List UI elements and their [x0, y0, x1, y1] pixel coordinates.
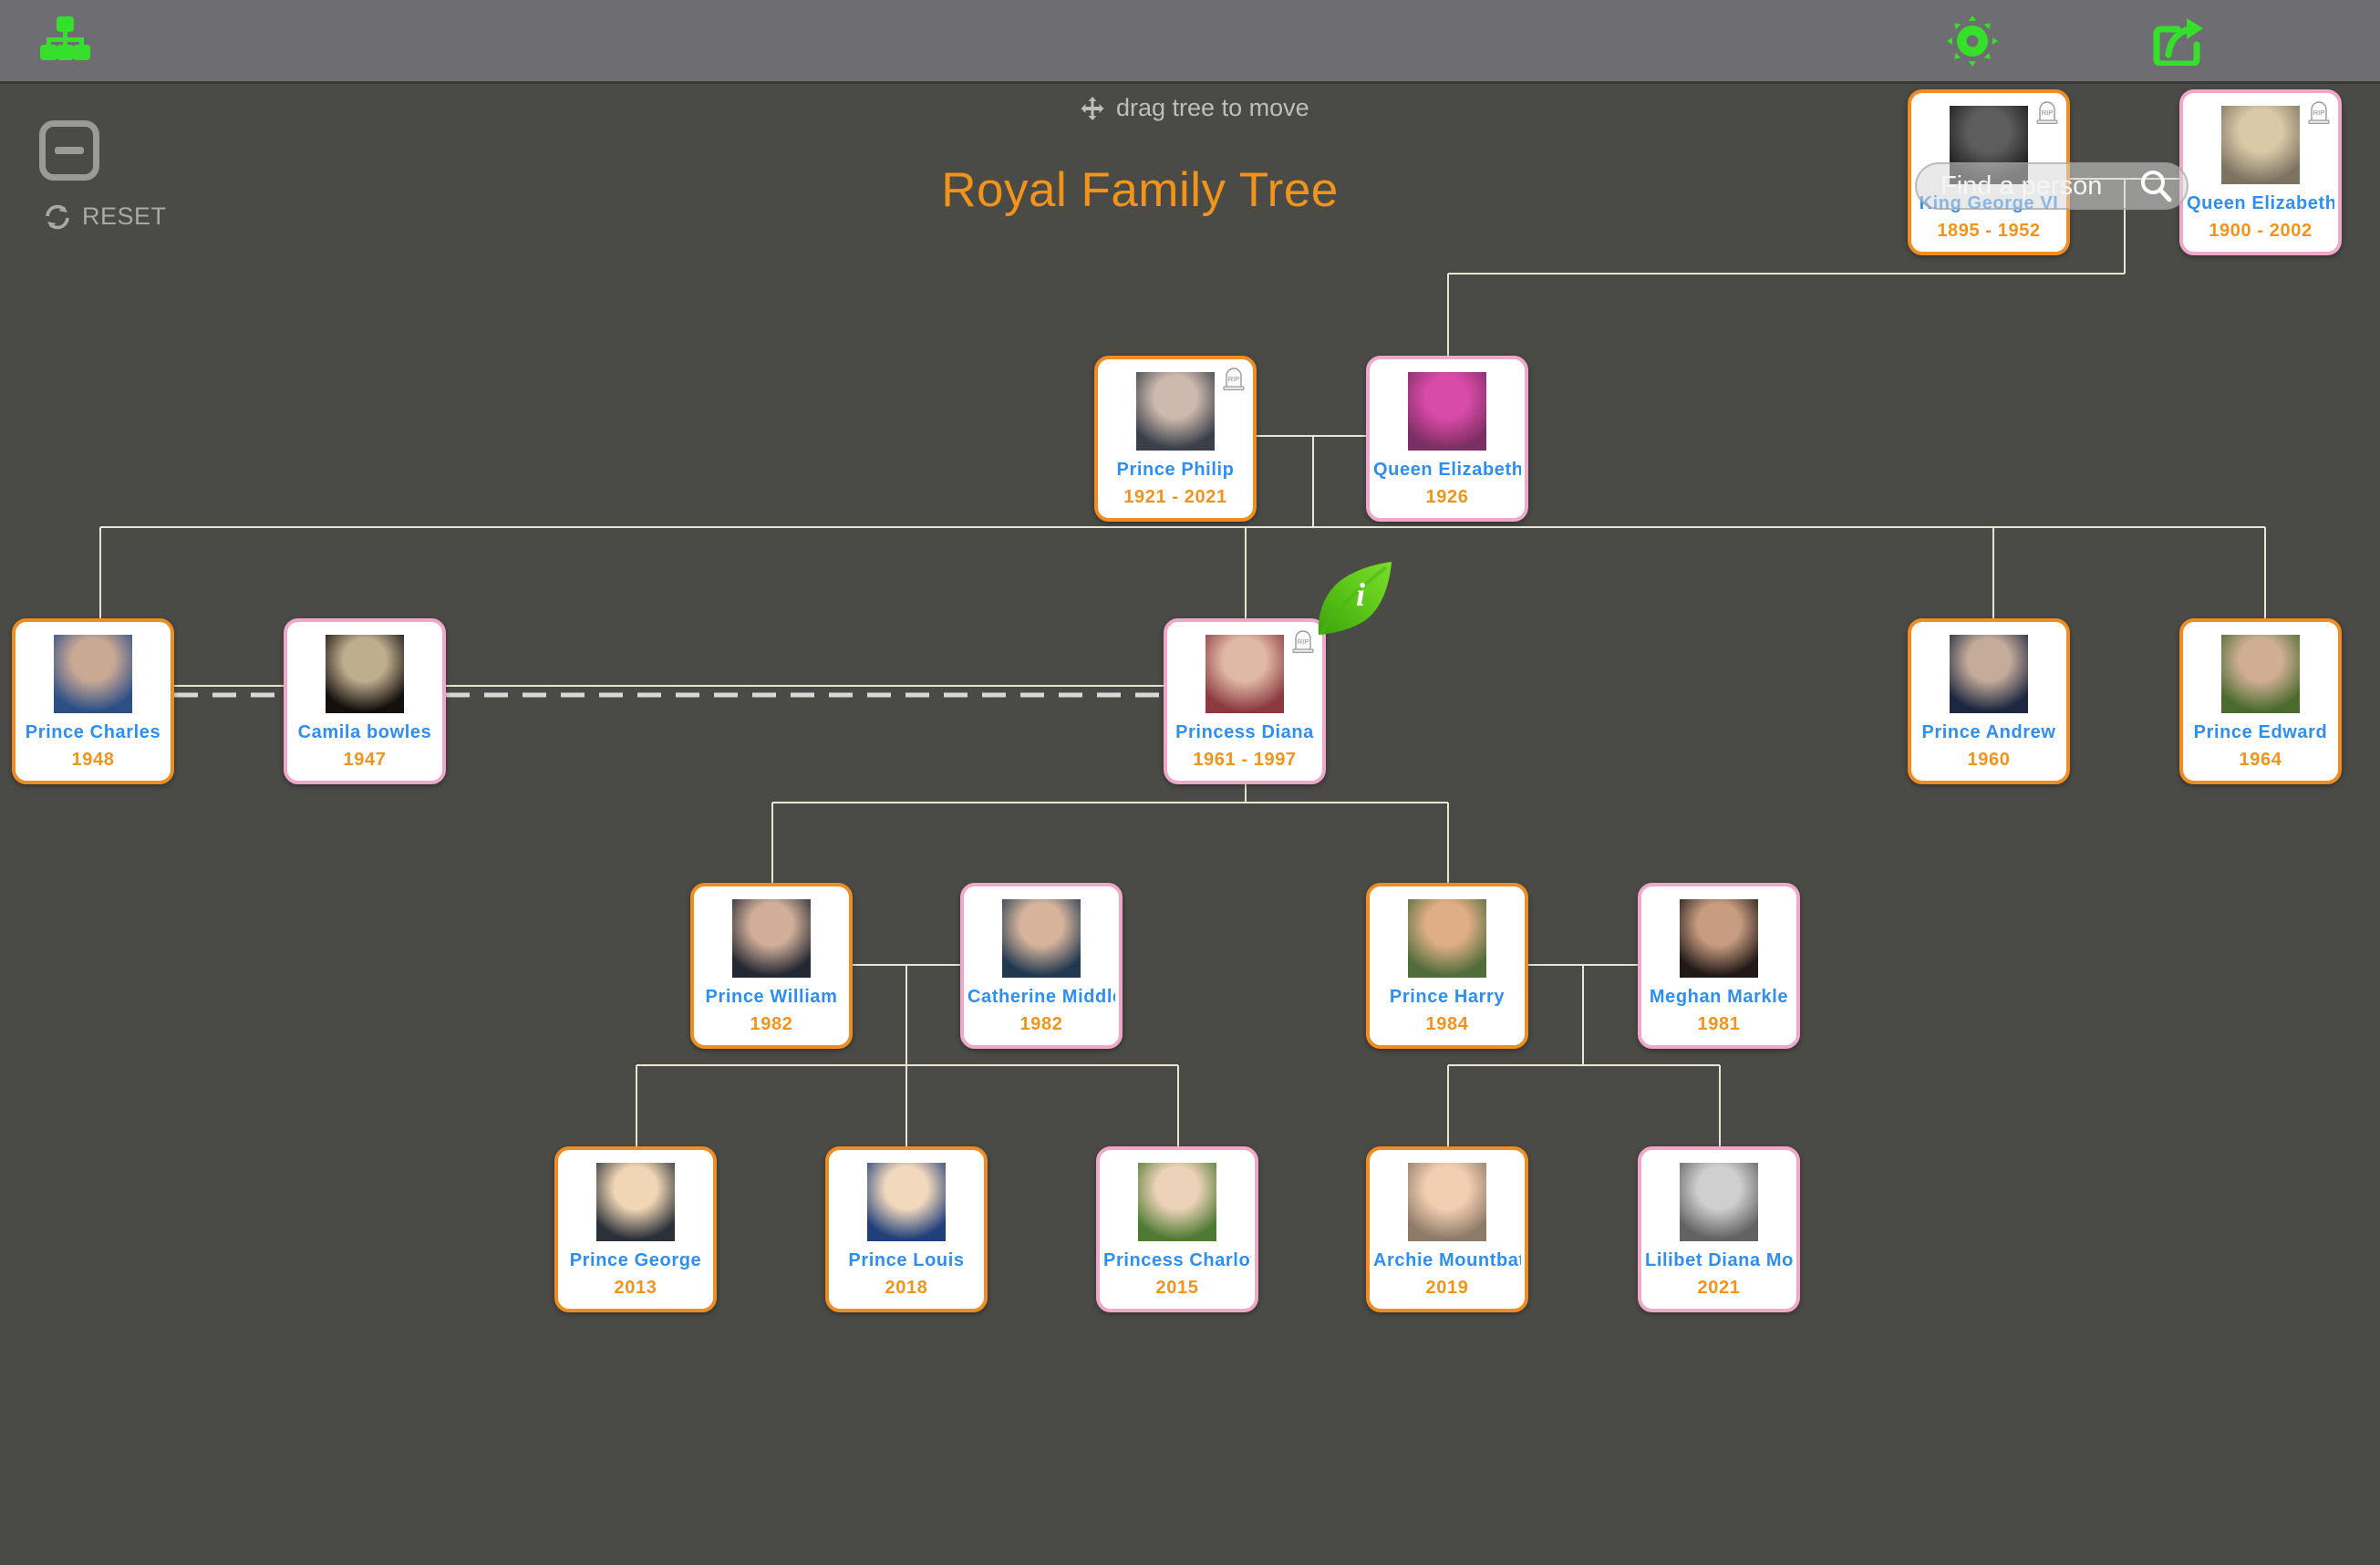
person-dates: 1982 — [750, 1014, 793, 1034]
person-card-diana[interactable]: RIP Princess Diana 1961 - 1997 — [1164, 618, 1326, 784]
top-toolbar — [0, 0, 2380, 84]
person-photo — [1680, 1163, 1758, 1241]
person-photo — [1136, 372, 1215, 451]
svg-text:RIP: RIP — [1228, 375, 1240, 383]
person-photo — [732, 899, 811, 978]
person-photo — [1408, 372, 1486, 451]
person-dates: 2015 — [1155, 1278, 1199, 1298]
person-card-edward[interactable]: Prince Edward 1964 — [2179, 618, 2342, 784]
person-dates: 1900 - 2002 — [2209, 221, 2313, 241]
person-photo — [54, 635, 132, 713]
person-photo — [596, 1163, 675, 1241]
person-dates: 2018 — [885, 1278, 928, 1298]
person-name: Prince Andrew — [1921, 722, 2056, 742]
person-name: Queen Elizabeth II — [1373, 460, 1521, 480]
tombstone-rip-icon: RIP — [2035, 100, 2059, 125]
person-dates: 1921 - 2021 — [1123, 487, 1227, 507]
svg-text:RIP: RIP — [2313, 109, 2325, 117]
person-card-william[interactable]: Prince William 1982 — [690, 883, 853, 1049]
person-dates: 1964 — [2239, 750, 2282, 770]
drag-hint-label: drag tree to move — [1116, 94, 1309, 121]
leaf-info-icon[interactable]: i — [1313, 558, 1397, 638]
person-name: Prince Louis — [848, 1250, 965, 1270]
person-card-charles[interactable]: Prince Charles 1948 — [12, 618, 174, 784]
person-name: Queen Elizabeth(Mot.. — [2187, 193, 2334, 213]
person-dates: 1895 - 1952 — [1937, 221, 2041, 241]
person-card-harry[interactable]: Prince Harry 1984 — [1366, 883, 1528, 1049]
person-card-qe2[interactable]: Queen Elizabeth II 1926 — [1366, 356, 1528, 522]
svg-text:RIP: RIP — [1298, 637, 1309, 646]
person-card-meghan[interactable]: Meghan Markle 1981 — [1638, 883, 1800, 1049]
person-dates: 1961 - 1997 — [1193, 750, 1297, 770]
person-card-camila[interactable]: Camila bowles 1947 — [284, 618, 446, 784]
person-dates: 2013 — [614, 1278, 657, 1298]
person-card-lilibet[interactable]: Lilibet Diana Mount.. 2021 — [1638, 1146, 1800, 1312]
person-card-charlotte[interactable]: Princess Charlotte 2015 — [1096, 1146, 1258, 1312]
minus-icon — [55, 147, 84, 154]
search-input[interactable]: Find a person — [1915, 162, 2189, 210]
person-photo — [1138, 1163, 1216, 1241]
search-icon[interactable] — [2137, 168, 2174, 204]
person-name: Prince Edward — [2193, 722, 2328, 742]
person-card-george[interactable]: Prince George 2013 — [554, 1146, 717, 1312]
person-name: Meghan Markle — [1649, 987, 1789, 1007]
person-photo — [2221, 635, 2300, 713]
share-icon[interactable] — [2152, 16, 2205, 67]
person-photo — [1408, 1163, 1486, 1241]
person-dates: 2019 — [1425, 1278, 1469, 1298]
person-photo — [2221, 106, 2300, 184]
svg-text:i: i — [1356, 576, 1365, 613]
drag-hint: drag tree to move — [1081, 94, 1309, 122]
move-arrows-icon — [1081, 96, 1104, 120]
person-dates: 1984 — [1425, 1014, 1469, 1034]
person-name: Archie Mountbatten-.. — [1373, 1250, 1521, 1270]
search-placeholder: Find a person — [1940, 171, 2103, 201]
family-tree-app: RESET drag tree to move Royal Family Tre… — [0, 0, 2380, 1565]
person-card-archie[interactable]: Archie Mountbatten-.. 2019 — [1366, 1146, 1528, 1312]
org-tree-icon[interactable] — [38, 16, 91, 67]
gear-icon[interactable] — [1947, 15, 1998, 67]
person-dates: 1947 — [343, 750, 387, 770]
person-name: Princess Charlotte — [1103, 1250, 1251, 1270]
person-name: Prince Harry — [1389, 987, 1506, 1007]
person-dates: 1960 — [1967, 750, 2011, 770]
person-dates: 1948 — [71, 750, 115, 770]
person-card-qmother[interactable]: RIP Queen Elizabeth(Mot.. 1900 - 2002 — [2179, 89, 2342, 255]
person-name: Princess Diana — [1175, 722, 1314, 742]
tombstone-rip-icon: RIP — [1222, 367, 1246, 391]
person-dates: 1926 — [1425, 487, 1469, 507]
person-photo — [867, 1163, 946, 1241]
person-dates: 1981 — [1697, 1014, 1741, 1034]
svg-text:RIP: RIP — [2042, 109, 2054, 117]
person-photo — [1680, 899, 1758, 978]
person-name: Prince William — [705, 987, 838, 1007]
person-photo — [1206, 635, 1284, 713]
person-card-catherine[interactable]: Catherine Middleton 1982 — [960, 883, 1123, 1049]
person-name: Prince George — [569, 1250, 702, 1270]
person-dates: 2021 — [1697, 1278, 1741, 1298]
person-dates: 1982 — [1019, 1014, 1063, 1034]
person-card-andrew[interactable]: Prince Andrew 1960 — [1908, 618, 2070, 784]
person-name: Prince Philip — [1116, 460, 1235, 480]
tombstone-rip-icon: RIP — [1291, 629, 1315, 654]
tombstone-rip-icon: RIP — [2307, 100, 2331, 125]
person-photo — [1002, 899, 1081, 978]
person-name: Camila bowles — [297, 722, 432, 742]
person-name: Lilibet Diana Mount.. — [1645, 1250, 1793, 1270]
person-card-louis[interactable]: Prince Louis 2018 — [825, 1146, 988, 1312]
person-photo — [1950, 635, 2028, 713]
person-name: Catherine Middleton — [968, 987, 1115, 1007]
person-photo — [326, 635, 404, 713]
person-name: Prince Charles — [25, 722, 161, 742]
person-photo — [1408, 899, 1486, 978]
person-card-philip[interactable]: RIP Prince Philip 1921 - 2021 — [1094, 356, 1257, 522]
